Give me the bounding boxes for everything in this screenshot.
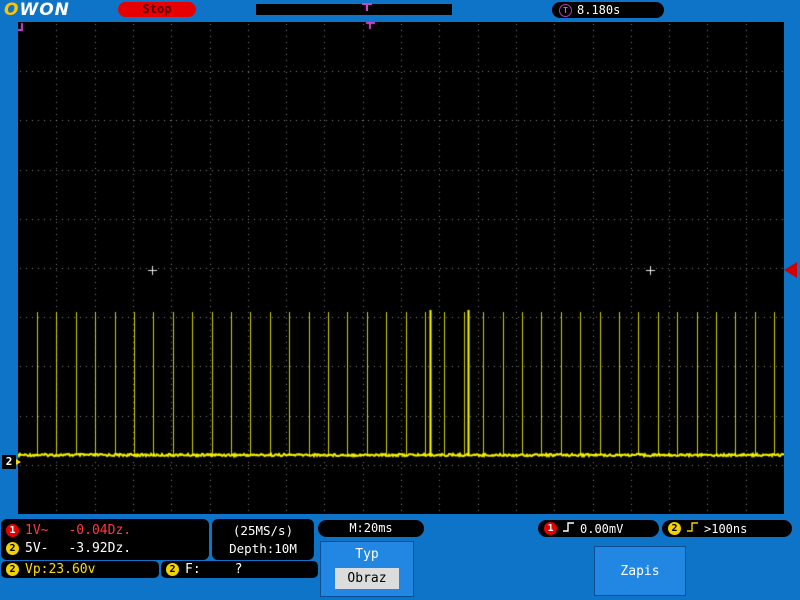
trigger-time-value: 8.180s — [577, 3, 621, 17]
trigger-time-badge: T 8.180s — [552, 2, 664, 18]
rising-edge-icon — [562, 521, 575, 536]
ch1-scale: 1V~ — [25, 522, 49, 538]
rising-edge-icon — [686, 521, 699, 536]
trigger-ch1-number-badge: 1 — [544, 522, 557, 535]
trigger-ch2-holdoff: >100ns — [704, 521, 748, 536]
measurement-freq-value: ? — [234, 562, 243, 577]
owon-oscilloscope-ui: OWON Stop T 8.180s 2 1 1V~ -0.04Dz. 2 5V… — [0, 0, 800, 600]
channel-info-panel: 1 1V~ -0.04Dz. 2 5V- -3.92Dz. — [1, 519, 209, 560]
trigger-level-arrow-icon[interactable] — [784, 262, 797, 278]
ch2-status-row: 2 5V- -3.92Dz. — [6, 541, 204, 556]
measurement-freq-label: F: — [185, 562, 201, 577]
sample-rate: (25MS/s) — [232, 522, 294, 538]
trigger-ch1-level: 0.00mV — [580, 521, 624, 536]
owon-logo-rest: WON — [19, 0, 70, 20]
timebase-badge: M:20ms — [318, 520, 424, 537]
menu-typ-button[interactable]: Typ Obraz — [320, 541, 414, 597]
measurement-freq-channel-badge: 2 — [166, 563, 179, 576]
ch1-number-badge: 1 — [6, 523, 19, 537]
trigger-ch2-number-badge: 2 — [668, 522, 681, 535]
run-state-badge[interactable]: Stop — [118, 2, 196, 17]
waveform-display-area — [18, 22, 784, 514]
measurement-vp-channel-badge: 2 — [6, 563, 19, 576]
trigger-time-icon: T — [559, 3, 572, 17]
menu-typ-title: Typ — [355, 547, 379, 562]
channel2-zero-marker[interactable]: 2 — [2, 455, 21, 469]
measurement-freq-badge: 2 F: ? — [161, 561, 318, 578]
measurement-vp-badge: 2 Vp:23.60v — [1, 561, 159, 578]
ch1-offset: -0.04Dz. — [68, 522, 132, 538]
owon-logo-o: O — [4, 0, 20, 20]
trigger-position-marker-icon — [362, 3, 372, 12]
acquisition-panel: (25MS/s) Depth:10M — [212, 519, 314, 560]
measurement-vp-value: Vp:23.60v — [25, 562, 96, 577]
waveform-canvas — [18, 22, 784, 514]
ch2-scale: 5V- — [25, 541, 49, 557]
trigger-position-bar[interactable] — [256, 3, 452, 15]
ch2-number-badge: 2 — [6, 542, 19, 556]
owon-logo: OWON — [4, 0, 70, 20]
ch2-offset: -3.92Dz. — [68, 541, 132, 557]
save-button[interactable]: Zapis — [594, 546, 686, 596]
trigger-ch2-badge: 2 >100ns — [662, 520, 792, 537]
memory-depth: Depth:10M — [229, 541, 297, 557]
menu-typ-selected-option[interactable]: Obraz — [335, 568, 399, 589]
trigger-ch1-badge: 1 0.00mV — [538, 520, 659, 537]
ch1-status-row: 1 1V~ -0.04Dz. — [6, 523, 204, 538]
